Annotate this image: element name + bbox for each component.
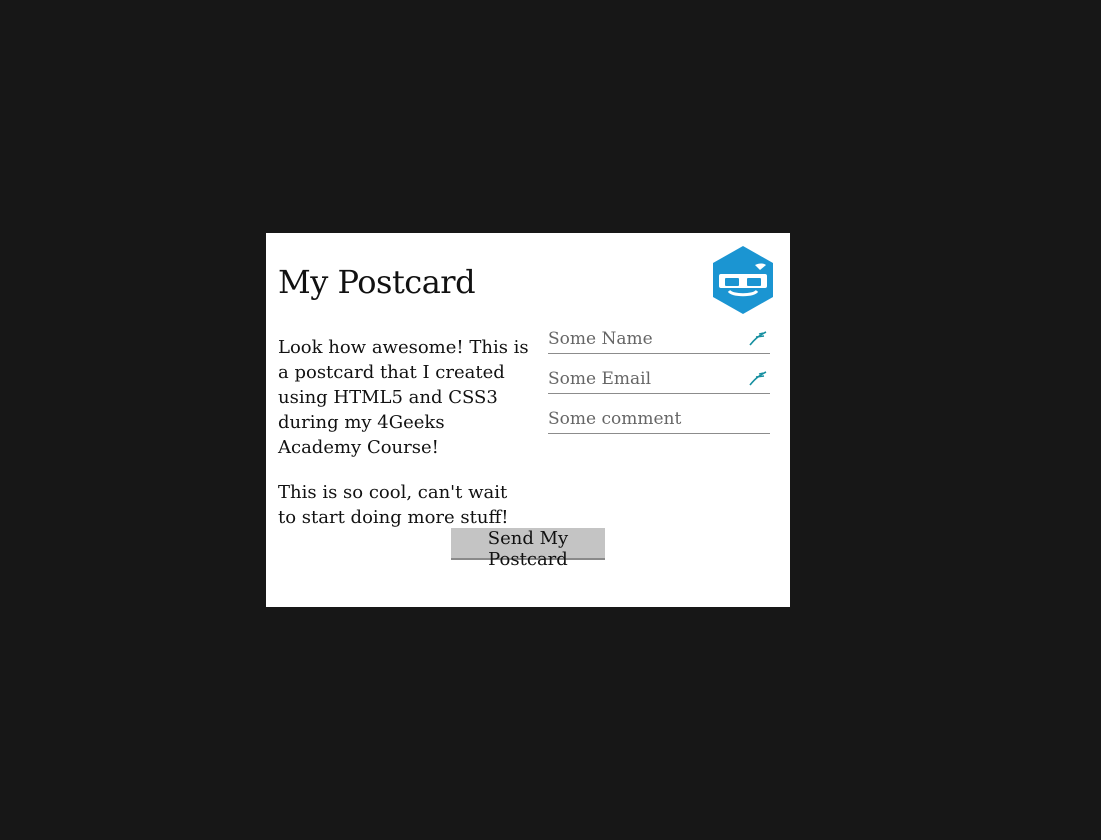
name-field <box>548 325 770 354</box>
comment-field <box>548 405 770 434</box>
pen-icon <box>749 331 767 346</box>
message-paragraph-2: This is so cool, can't wait to start doi… <box>278 482 509 528</box>
4geeks-academy-logo-icon <box>713 246 773 314</box>
postcard-title: My Postcard <box>278 263 476 301</box>
postcard-form <box>548 325 770 445</box>
pen-icon <box>749 371 767 386</box>
send-postcard-button[interactable]: Send My Postcard <box>451 528 605 570</box>
name-input[interactable] <box>548 325 770 353</box>
email-input[interactable] <box>548 365 770 393</box>
comment-input[interactable] <box>548 405 770 433</box>
message-paragraph-1: Look how awesome! This is a postcard tha… <box>278 337 529 458</box>
postcard: My Postcard Look how awesome! This is a … <box>266 233 790 607</box>
email-field <box>548 365 770 394</box>
page: My Postcard Look how awesome! This is a … <box>0 0 1101 840</box>
postcard-message: Look how awesome! This is a postcard tha… <box>278 335 530 550</box>
